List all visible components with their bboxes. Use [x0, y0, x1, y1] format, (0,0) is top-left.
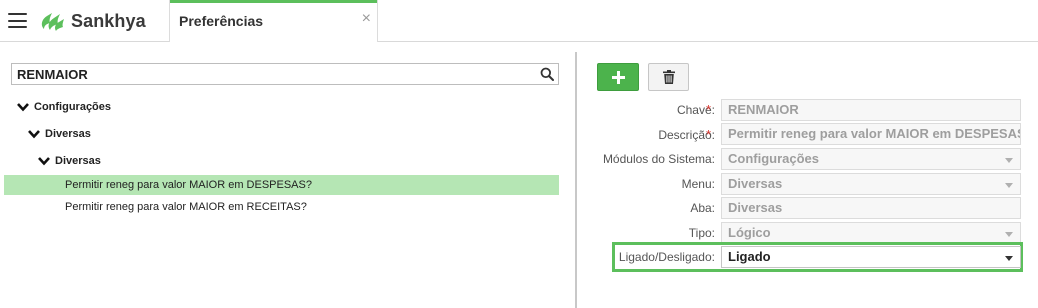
ligado-value: Ligado: [728, 249, 771, 264]
caret-down-icon: [1005, 232, 1013, 237]
menu-label: Menu:: [681, 177, 715, 191]
sankhya-logo-icon: [41, 13, 64, 31]
top-bar: Sankhya Preferências ×: [0, 0, 1038, 42]
tree-leaf-despesas[interactable]: Permitir reneg para valor MAIOR em DESPE…: [4, 175, 559, 195]
menu-value: Diversas: [728, 176, 783, 191]
descricao-field[interactable]: Permitir reneg para valor MAIOR em DESPE…: [721, 123, 1021, 145]
delete-button[interactable]: [648, 63, 689, 91]
tipo-select[interactable]: Lógico: [721, 222, 1021, 244]
tree-node-diversas-2[interactable]: Diversas: [38, 151, 101, 171]
ligado-desligado-select[interactable]: Ligado: [721, 246, 1021, 268]
caret-down-icon: [1005, 183, 1013, 188]
caret-down-icon: [1005, 158, 1013, 163]
add-button[interactable]: [597, 63, 639, 91]
caret-down-icon: [1005, 256, 1013, 261]
tipo-label: Tipo:: [688, 226, 715, 240]
tree-node-configuracoes[interactable]: Configurações: [17, 97, 111, 117]
search-box: [11, 63, 559, 85]
trash-icon: [663, 70, 675, 84]
required-marker: *: [706, 102, 712, 117]
brand-name: Sankhya: [71, 10, 146, 31]
tree-node-label: Diversas: [45, 128, 91, 140]
logo[interactable]: Sankhya: [38, 9, 146, 33]
required-marker: *: [706, 127, 712, 142]
aba-field[interactable]: Diversas: [721, 197, 1021, 219]
tipo-value: Lógico: [728, 225, 771, 240]
chevron-down-icon[interactable]: [28, 129, 40, 139]
modulos-value: Configurações: [728, 151, 820, 166]
search-icon[interactable]: [540, 67, 554, 81]
tab-preferencias[interactable]: Preferências ×: [169, 0, 378, 42]
aba-label: Aba:: [690, 201, 715, 215]
tab-active-indicator: [170, 0, 377, 3]
tab-label: Preferências: [179, 13, 264, 29]
close-icon[interactable]: ×: [362, 11, 371, 27]
tree-node-label: Diversas: [55, 155, 101, 167]
chevron-down-icon[interactable]: [38, 156, 50, 166]
tree-node-label: Configurações: [34, 101, 112, 113]
tree-node-diversas-1[interactable]: Diversas: [28, 124, 91, 144]
hamburger-menu-icon[interactable]: [8, 13, 27, 28]
tree-leaf-receitas[interactable]: Permitir reneg para valor MAIOR em RECEI…: [4, 197, 559, 217]
plus-icon: [612, 71, 625, 84]
chevron-down-icon[interactable]: [17, 102, 29, 112]
ligado-label: Ligado/Desligado:: [618, 250, 715, 264]
search-input[interactable]: [12, 64, 532, 84]
menu-select[interactable]: Diversas: [721, 173, 1021, 195]
modulos-select[interactable]: Configurações: [721, 148, 1021, 170]
panel-splitter[interactable]: [575, 52, 577, 308]
chave-field[interactable]: RENMAIOR: [721, 99, 1021, 121]
modulos-label: Módulos do Sistema:: [602, 152, 715, 166]
